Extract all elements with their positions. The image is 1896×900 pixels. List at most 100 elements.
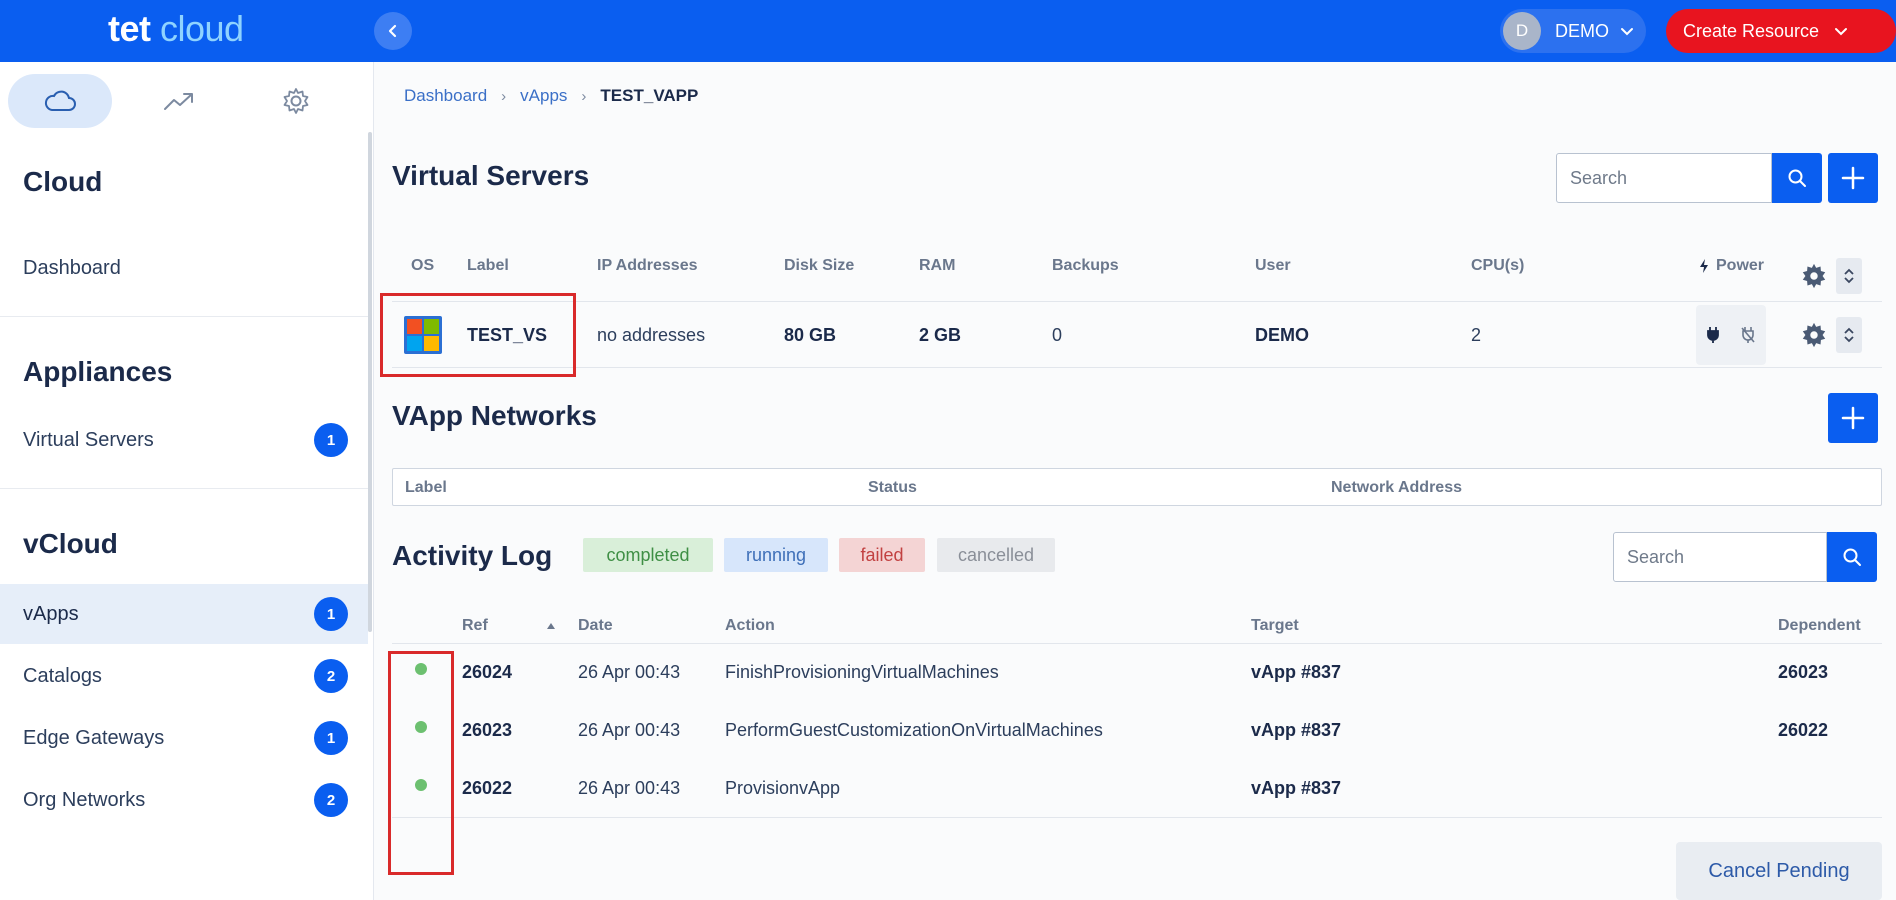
log-date: 26 Apr 00:43 [578,778,681,798]
filter-failed[interactable]: failed [839,538,925,572]
log-target[interactable]: vApp #837 [1251,720,1341,741]
sidebar-item-label: Catalogs [23,664,102,687]
sidebar-item-dashboard[interactable]: Dashboard [0,238,368,298]
col-header-user[interactable]: User [1255,257,1291,275]
log-ref[interactable]: 26023 [462,720,512,741]
log-date: 26 Apr 00:43 [578,720,681,740]
col-header-label[interactable]: Label [405,479,447,497]
divider [392,817,1882,818]
filter-running[interactable]: running [724,538,828,572]
virtual-servers-search-input[interactable] [1556,153,1772,203]
col-header-backups[interactable]: Backups [1052,257,1119,275]
log-ref[interactable]: 26022 [462,778,512,799]
bolt-icon [1700,259,1708,273]
add-vapp-network-button[interactable] [1828,393,1878,443]
plus-icon [1841,406,1865,430]
sidebar-item-label: Virtual Servers [23,428,154,451]
vapp-networks-title: VApp Networks [392,400,597,431]
sidebar-item-virtual-servers[interactable]: Virtual Servers 1 [0,410,368,470]
divider [392,367,1882,368]
virtual-servers-search-button[interactable] [1772,153,1822,203]
section-title-vcloud: vCloud [23,528,118,559]
chevron-down-icon [1621,28,1633,36]
log-action: FinishProvisioningVirtualMachines [725,662,999,682]
tab-settings[interactable] [244,74,348,128]
cloud-icon [44,90,76,111]
col-header-date[interactable]: Date [578,617,613,635]
sidebar-scrollbar[interactable] [368,132,372,632]
log-target[interactable]: vApp #837 [1251,778,1341,799]
sort-icon [1844,327,1854,343]
log-dependent[interactable]: 26023 [1778,662,1828,683]
count-badge: 2 [314,783,348,817]
log-dependent[interactable]: 26022 [1778,720,1828,741]
table-settings-control [1796,258,1862,294]
plug-icon [1707,327,1719,343]
power-on-button[interactable] [1706,326,1720,344]
col-header-ip-addresses[interactable]: IP Addresses [597,257,698,275]
power-off-button[interactable] [1740,326,1756,344]
sidebar-item-edge-gateways[interactable]: Edge Gateways 1 [0,708,368,768]
row-actions-toggle[interactable] [1836,317,1862,353]
breadcrumb: Dashboard › vApps › TEST_VAPP [404,86,698,106]
col-header-cpus[interactable]: CPU(s) [1471,257,1524,275]
sidebar-item-label: Edge Gateways [23,726,165,749]
log-ref[interactable]: 26024 [462,662,512,683]
log-action: ProvisionvApp [725,778,841,798]
filter-completed[interactable]: completed [583,538,713,572]
tet-cloud-logo[interactable]: tet cloud [108,8,244,50]
table-settings-button[interactable] [1796,258,1832,294]
log-action: PerformGuestCustomizationOnVirtualMachin… [725,720,1103,740]
add-virtual-server-button[interactable] [1828,153,1878,203]
virtual-servers-title: Virtual Servers [392,160,590,191]
row-settings-button[interactable] [1796,317,1832,353]
section-title-appliances: Appliances [23,356,173,387]
breadcrumb-dashboard[interactable]: Dashboard [404,86,487,106]
sidebar-item-label: vApps [23,602,79,625]
col-header-status[interactable]: Status [868,479,917,497]
col-header-disk-size[interactable]: Disk Size [784,257,854,275]
col-header-action[interactable]: Action [725,617,775,635]
sort-toggle-button[interactable] [1836,258,1862,294]
count-badge: 2 [314,659,348,693]
trending-up-icon [164,93,193,110]
col-header-ref[interactable]: Ref [462,617,488,635]
sidebar-item-org-networks[interactable]: Org Networks 2 [0,770,368,830]
user-name: DEMO [1555,20,1609,41]
breadcrumb-current: TEST_VAPP [600,86,699,105]
logo-product: cloud [160,8,244,49]
collapse-sidebar-button[interactable] [374,12,412,50]
log-target[interactable]: vApp #837 [1251,662,1341,683]
sidebar-tabs [0,62,374,128]
logo-brand: tet [108,8,151,49]
col-header-os[interactable]: OS [411,257,434,275]
vs-ram: 2 GB [919,325,962,345]
activity-log-search-input[interactable] [1613,532,1827,582]
breadcrumb-separator: › [581,87,587,105]
col-header-label[interactable]: Label [467,257,509,275]
col-header-target[interactable]: Target [1251,617,1299,635]
search-icon [1843,548,1861,566]
vs-backups: 0 [1052,325,1063,345]
activity-log-search-button[interactable] [1827,532,1877,582]
power-header-label: Power [1716,257,1765,274]
sidebar-item-vapps[interactable]: vApps 1 [0,584,368,644]
main-content: Dashboard › vApps › TEST_VAPP Virtual Se… [374,62,1896,900]
count-badge: 1 [314,423,348,457]
highlight-box [388,651,454,875]
tab-analytics[interactable] [127,74,231,128]
create-resource-button[interactable]: Create Resource [1666,9,1896,53]
gear-icon [1802,263,1826,289]
col-header-network-address[interactable]: Network Address [1331,479,1462,497]
user-menu-button[interactable]: D DEMO [1500,9,1646,53]
filter-cancelled[interactable]: cancelled [937,538,1055,572]
tab-cloud[interactable] [8,74,112,128]
col-header-dependent[interactable]: Dependent [1778,617,1861,635]
cancel-pending-button[interactable]: Cancel Pending [1676,842,1882,900]
breadcrumb-vapps[interactable]: vApps [520,86,567,106]
col-header-ram[interactable]: RAM [919,257,955,275]
vs-user: DEMO [1255,325,1309,345]
sort-asc-icon[interactable] [546,622,556,630]
sidebar-item-catalogs[interactable]: Catalogs 2 [0,646,368,706]
divider [392,643,1882,644]
